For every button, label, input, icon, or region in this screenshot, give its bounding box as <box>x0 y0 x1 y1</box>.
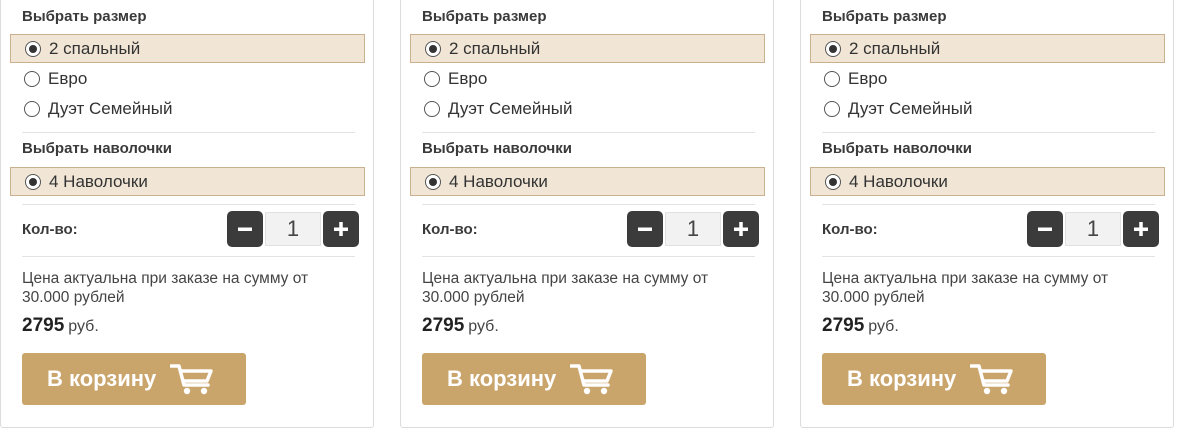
pillow-option-label: 4 Наволочки <box>449 171 548 191</box>
price-note: Цена актуальна при заказе на сумму от 30… <box>22 270 309 306</box>
divider <box>422 204 755 205</box>
size-option-2-sleep[interactable]: 2 спальный <box>410 34 765 63</box>
size-option-label: Евро <box>448 68 488 88</box>
radio-icon[interactable] <box>424 70 440 87</box>
minus-icon <box>238 227 252 231</box>
shopping-cart-icon <box>570 362 614 396</box>
pillow-section-title: Выбрать наволочки <box>822 140 972 157</box>
radio-selected-icon[interactable] <box>825 40 841 57</box>
size-section-title: Выбрать размер <box>822 8 947 25</box>
pillow-option-4[interactable]: 4 Наволочки <box>410 167 765 196</box>
pillow-option-label: 4 Наволочки <box>849 171 948 191</box>
quantity-stepper: 1 <box>227 211 359 247</box>
add-to-cart-button[interactable]: В корзину <box>822 353 1046 405</box>
radio-selected-icon[interactable] <box>825 173 841 190</box>
quantity-decrease-button[interactable] <box>227 211 263 247</box>
divider <box>422 132 755 133</box>
radio-icon[interactable] <box>424 100 440 117</box>
size-option-duet[interactable]: Дуэт Семейный <box>810 94 1165 123</box>
quantity-increase-button[interactable] <box>323 211 359 247</box>
quantity-decrease-button[interactable] <box>627 211 663 247</box>
pillow-option-4[interactable]: 4 Наволочки <box>10 167 365 196</box>
size-option-label: Евро <box>48 68 88 88</box>
radio-selected-icon[interactable] <box>425 40 441 57</box>
size-section-title: Выбрать размер <box>22 8 147 25</box>
price-note: Цена актуальна при заказе на сумму от 30… <box>422 270 709 306</box>
price: 2795 руб. <box>22 315 99 337</box>
size-option-label: Дуэт Семейный <box>448 98 573 118</box>
price: 2795 руб. <box>422 315 499 337</box>
radio-selected-icon[interactable] <box>25 40 41 57</box>
product-card: Выбрать размер 2 спальный Евро Дуэт Семе… <box>800 0 1174 428</box>
pillow-section-title: Выбрать наволочки <box>22 140 172 157</box>
price-value: 2795 <box>422 315 465 336</box>
price-value: 2795 <box>22 315 65 336</box>
radio-icon[interactable] <box>824 70 840 87</box>
size-section-title: Выбрать размер <box>422 8 547 25</box>
divider <box>822 204 1155 205</box>
size-option-duet[interactable]: Дуэт Семейный <box>10 94 365 123</box>
quantity-stepper: 1 <box>1027 211 1159 247</box>
radio-selected-icon[interactable] <box>25 173 41 190</box>
shopping-cart-icon <box>970 362 1014 396</box>
add-to-cart-label: В корзину <box>47 366 157 391</box>
plus-icon <box>1134 222 1148 236</box>
price-value: 2795 <box>822 315 865 336</box>
pillow-section-title: Выбрать наволочки <box>422 140 572 157</box>
size-option-label: Дуэт Семейный <box>848 98 973 118</box>
shopping-cart-icon <box>170 362 214 396</box>
pillow-option-4[interactable]: 4 Наволочки <box>810 167 1165 196</box>
quantity-label: Кол-во: <box>422 221 478 238</box>
divider <box>22 132 355 133</box>
price-note: Цена актуальна при заказе на сумму от 30… <box>822 270 1109 306</box>
radio-icon[interactable] <box>824 100 840 117</box>
add-to-cart-button[interactable]: В корзину <box>22 353 246 405</box>
size-option-duet[interactable]: Дуэт Семейный <box>410 94 765 123</box>
size-option-label: 2 спальный <box>849 38 941 58</box>
product-card: Выбрать размер 2 спальный Евро Дуэт Семе… <box>400 0 774 428</box>
plus-icon <box>334 222 348 236</box>
price-currency: руб. <box>868 318 899 335</box>
price: 2795 руб. <box>822 315 899 337</box>
divider <box>22 204 355 205</box>
quantity-label: Кол-во: <box>822 221 878 238</box>
add-to-cart-label: В корзину <box>447 366 557 391</box>
radio-selected-icon[interactable] <box>425 173 441 190</box>
quantity-increase-button[interactable] <box>1123 211 1159 247</box>
size-option-label: 2 спальный <box>449 38 541 58</box>
size-option-euro[interactable]: Евро <box>810 64 1165 93</box>
quantity-increase-button[interactable] <box>723 211 759 247</box>
product-card: Выбрать размер 2 спальный Евро Дуэт Семе… <box>0 0 374 428</box>
price-currency: руб. <box>468 318 499 335</box>
divider <box>422 256 755 257</box>
quantity-input[interactable]: 1 <box>265 212 321 246</box>
minus-icon <box>1038 227 1052 231</box>
add-to-cart-button[interactable]: В корзину <box>422 353 646 405</box>
divider <box>22 256 355 257</box>
quantity-decrease-button[interactable] <box>1027 211 1063 247</box>
size-option-label: Евро <box>848 68 888 88</box>
radio-icon[interactable] <box>24 70 40 87</box>
size-option-label: Дуэт Семейный <box>48 98 173 118</box>
size-option-euro[interactable]: Евро <box>410 64 765 93</box>
quantity-input[interactable]: 1 <box>665 212 721 246</box>
size-option-label: 2 спальный <box>49 38 141 58</box>
size-option-2-sleep[interactable]: 2 спальный <box>10 34 365 63</box>
minus-icon <box>638 227 652 231</box>
radio-icon[interactable] <box>24 100 40 117</box>
divider <box>822 132 1155 133</box>
divider <box>822 256 1155 257</box>
quantity-input[interactable]: 1 <box>1065 212 1121 246</box>
price-currency: руб. <box>68 318 99 335</box>
add-to-cart-label: В корзину <box>847 366 957 391</box>
size-option-2-sleep[interactable]: 2 спальный <box>810 34 1165 63</box>
size-option-euro[interactable]: Евро <box>10 64 365 93</box>
quantity-stepper: 1 <box>627 211 759 247</box>
plus-icon <box>734 222 748 236</box>
quantity-label: Кол-во: <box>22 221 78 238</box>
pillow-option-label: 4 Наволочки <box>49 171 148 191</box>
